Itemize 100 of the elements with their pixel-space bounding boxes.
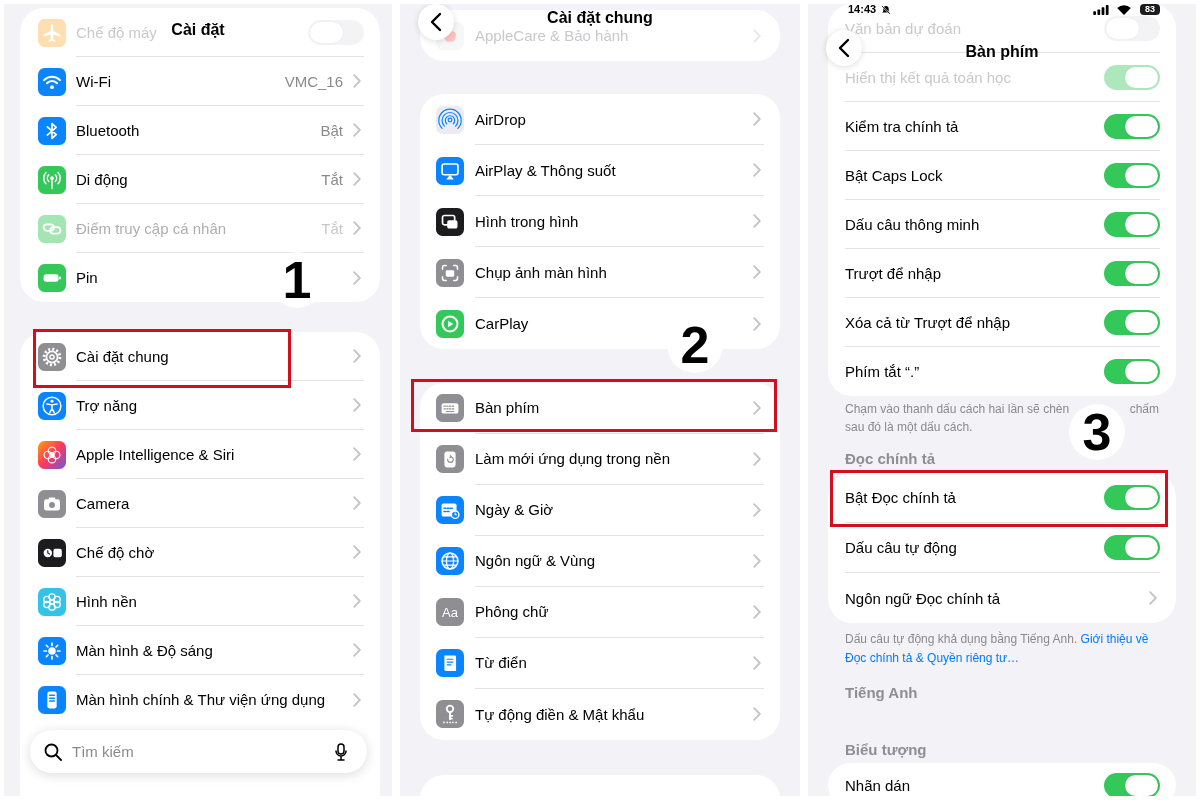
chevron-icon [353,398,361,412]
chevron-icon [353,496,361,510]
setting-label[interactable]: Phông chữ [475,604,549,619]
toggle-switch[interactable] [1104,113,1160,139]
keyboard-icon [436,394,464,422]
setting-label[interactable]: Apple Intelligence & Siri [76,446,235,462]
setting-label[interactable]: Hình nền [76,593,137,609]
setting-label[interactable]: Bàn phím [475,400,540,415]
wifi-icon [1117,4,1131,15]
toggle-switch[interactable] [1104,485,1160,510]
setting-label[interactable]: Camera [76,495,130,511]
section-header: Đọc chính tả [844,450,936,468]
toggle-switch[interactable] [1104,260,1160,286]
chevron-icon [353,270,361,285]
toggle-switch[interactable] [1104,535,1160,560]
footer-note: Chạm vào thanh dấu cách hai lần sẽ chèn [845,401,1070,418]
setting-label[interactable]: Trợ năng [76,397,137,413]
chain-link-icon [38,214,66,243]
chevron-icon [353,447,361,461]
toggle-switch[interactable] [1104,359,1160,384]
chevron-icon [353,221,361,235]
toggle-switch[interactable] [1104,309,1160,335]
chevron-icon [753,214,761,228]
setting-label: Kiểm tra chính tả [845,118,959,134]
chevron-icon [753,707,761,721]
setting-label: Nhãn dán [845,777,911,793]
chevron-icon [1149,591,1157,605]
chevron-icon [353,692,361,707]
signal-icon [1093,4,1109,15]
section-header: Biểu tượng [844,741,928,759]
chevron-icon [753,265,761,279]
chevron-left-icon [430,12,442,32]
setting-label[interactable]: AirPlay & Thông suốt [475,162,616,178]
rosette-icon [38,440,66,469]
toggle-switch[interactable] [1104,772,1160,796]
step-badge: 3 [1069,404,1125,460]
setting-label: Bật Đọc chính tả [845,490,956,505]
flower-icon [38,587,66,616]
microphone-icon [335,742,347,761]
gear-icon [38,342,66,371]
chevron-icon [353,545,361,559]
setting-label: Phím tắt “.” [845,364,920,379]
setting-value: VMC_16 [284,73,343,89]
chevron-icon [753,604,761,619]
sun-icon [38,636,66,665]
chevron-icon [753,316,761,331]
font-icon: Aa [436,598,464,626]
setting-label[interactable]: AirDrop [475,111,526,127]
setting-label[interactable]: Màn hình & Độ sáng [76,642,213,658]
setting-label[interactable]: Wi-Fi [76,73,111,89]
toggle-switch[interactable] [1104,162,1160,188]
setting-label[interactable]: Cài đặt chung [76,348,169,364]
document-icon [436,649,464,677]
setting-label[interactable]: CarPlay [475,316,529,331]
setting-label[interactable]: Chế độ chờ [76,544,155,560]
setting-label[interactable]: Ngôn ngữ Đọc chính tả [845,590,1001,606]
setting-label[interactable]: Tự động điền & Mật khẩu [475,706,645,722]
setting-label[interactable]: Chụp ảnh màn hình [475,264,607,280]
screen-title: Cài đặt chung [547,10,653,26]
setting-label[interactable]: Từ điển [475,655,527,670]
setting-label[interactable]: Pin [76,270,98,285]
setting-label[interactable]: Ngôn ngữ & Vùng [475,553,596,568]
chevron-icon [753,502,761,517]
text-link[interactable]: Đọc chính tả & Quyền riêng tư… [845,651,1020,665]
setting-label[interactable]: Ngày & Giờ [475,502,554,517]
setting-label[interactable]: Hình trong hình [475,213,579,229]
chevron-icon [753,451,761,466]
toggle-switch[interactable] [1104,211,1160,237]
chevron-icon [353,594,361,608]
chevron-icon [353,349,361,363]
calendar-clock-icon [436,496,464,524]
search-field[interactable]: Tìm kiếm [72,743,325,760]
setting-label[interactable]: Làm mới ứng dụng trong nền [475,451,670,466]
chevron-icon [353,74,361,88]
clock-widget-icon [38,538,66,567]
footer-note: sau đó là một dấu cách. [845,419,974,436]
back-button[interactable] [418,4,454,40]
camera-icon [38,489,66,518]
text-link[interactable]: Giới thiệu về [1080,632,1149,646]
overlapping-windows-icon [436,207,464,236]
search-icon [44,742,62,761]
setting-label: Trượt để nhập [845,265,942,281]
toggle-switch[interactable] [1104,15,1160,41]
chevron-icon [753,112,761,126]
airplane-icon [38,18,66,47]
battery-indicator: 83 [1140,4,1160,15]
toggle-switch[interactable] [1104,64,1160,90]
setting-label[interactable]: Màn hình chính & Thư viện ứng dụng [76,692,326,707]
setting-label: Xóa cả từ Trượt để nhập [845,314,1010,330]
chevron-icon [753,655,761,670]
chevron-icon [753,163,761,177]
setting-label: Bật Caps Lock [845,167,943,183]
status-time: 14:43 [848,4,877,15]
setting-label[interactable]: Bluetooth [76,122,140,138]
chevron-icon [353,123,361,137]
setting-value: Tắt [321,171,343,187]
screen-title: Cài đặt [171,22,225,38]
setting-label: Dấu câu thông minh [845,216,980,232]
screen-title: Bàn phím [965,44,1039,60]
setting-label[interactable]: Di động [76,171,128,187]
